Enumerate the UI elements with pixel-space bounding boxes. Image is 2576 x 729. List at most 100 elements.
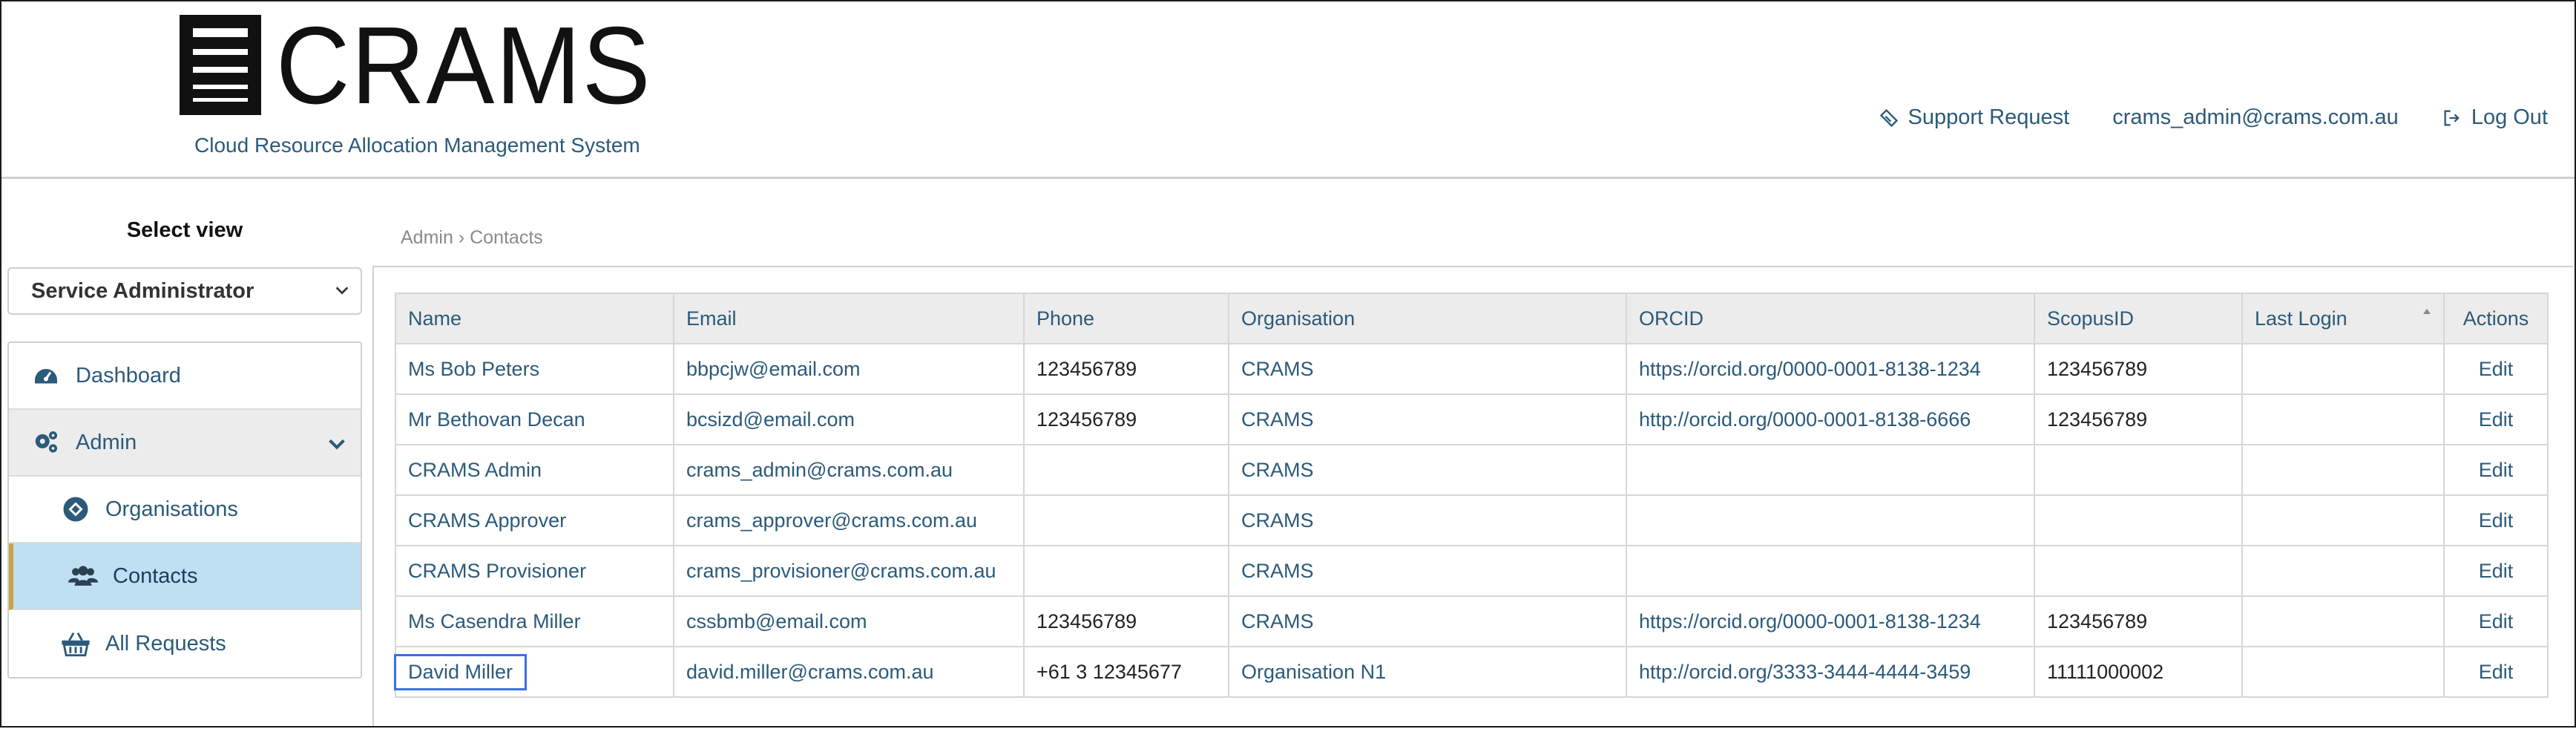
logout-label: Log Out <box>2471 105 2548 129</box>
cell-email[interactable]: david.miller@crams.com.au <box>673 646 1025 698</box>
select-view-title: Select view <box>126 218 243 242</box>
column-header-name[interactable]: Name <box>395 292 674 344</box>
column-header-orcid[interactable]: ORCID <box>1626 292 2035 344</box>
column-header-email[interactable]: Email <box>673 292 1025 344</box>
cell-organisation[interactable]: CRAMS <box>1228 444 1627 496</box>
breadcrumb-admin[interactable]: Admin <box>401 227 453 248</box>
edit-button[interactable]: Edit <box>2443 646 2549 698</box>
cell-name[interactable]: Ms Casendra Miller <box>395 595 674 647</box>
table-row[interactable]: David Miller david.miller@crams.com.au +61… <box>393 646 2549 698</box>
sidebar-item-label: Dashboard <box>76 363 181 388</box>
sort-ascending-icon <box>2423 309 2431 314</box>
cell-orcid[interactable]: http://orcid.org/3333-3444-4444-3459 <box>1626 646 2035 698</box>
cell-organisation[interactable]: Organisation N1 <box>1228 646 1627 698</box>
cell-last-login <box>2241 343 2445 395</box>
cell-orcid[interactable] <box>1626 494 2035 546</box>
sidebar-item-label: Organisations <box>105 497 238 521</box>
breadcrumb-separator: › <box>458 227 465 248</box>
sidebar-item-admin[interactable]: Admin <box>9 410 361 477</box>
header: CRAMS Cloud Resource Allocation Manageme… <box>1 1 2575 179</box>
cell-email[interactable]: bbpcjw@email.com <box>673 343 1025 395</box>
column-header-phone[interactable]: Phone <box>1023 292 1229 344</box>
cell-email[interactable]: bcsizd@email.com <box>673 393 1025 445</box>
cell-organisation[interactable]: CRAMS <box>1228 595 1627 647</box>
cell-phone: 123456789 <box>1023 393 1229 445</box>
table-row[interactable]: Ms Casendra Miller cssbmb@email.com 123456… <box>395 595 2549 647</box>
sign-out-icon <box>2444 110 2460 125</box>
column-header-last-login-label: Last Login <box>2255 307 2347 330</box>
cell-name[interactable]: Mr Bethovan Decan <box>395 393 674 445</box>
tagline: Cloud Resource Allocation Management Sys… <box>194 134 640 157</box>
column-header-organisation[interactable]: Organisation <box>1228 292 1627 344</box>
cell-name[interactable]: CRAMS Provisioner <box>395 545 674 597</box>
cell-name[interactable]: David Miller <box>393 646 674 698</box>
role-select-value: Service Administrator <box>31 278 254 303</box>
table-row[interactable]: Ms Bob Peters bbpcjw@email.com 123456789 CR… <box>395 343 2549 395</box>
basket-icon <box>61 629 91 658</box>
sidebar-item-label: All Requests <box>105 631 226 656</box>
cell-name[interactable]: Ms Bob Peters <box>395 343 674 395</box>
cell-last-login <box>2241 494 2445 546</box>
breadcrumb-current: Contacts <box>470 227 543 248</box>
cell-scopusid: 123456789 <box>2034 343 2243 395</box>
column-header-last-login[interactable]: Last Login <box>2241 292 2445 344</box>
breadcrumb: Admin › Contacts <box>401 227 543 249</box>
cell-name[interactable]: CRAMS Admin <box>395 444 674 496</box>
logout-link[interactable]: Log Out <box>2442 105 2548 130</box>
edit-button[interactable]: Edit <box>2443 393 2549 445</box>
cell-email[interactable]: cssbmb@email.com <box>673 595 1025 647</box>
cell-orcid[interactable]: https://orcid.org/0000-0001-8138-1234 <box>1626 343 2035 395</box>
edit-button[interactable]: Edit <box>2443 343 2549 395</box>
sidebar: Select view Service Administrator Dashbo… <box>7 180 362 726</box>
user-email-link[interactable]: crams_admin@crams.com.au <box>2112 105 2399 130</box>
cell-email[interactable]: crams_approver@crams.com.au <box>673 494 1025 546</box>
cell-organisation[interactable]: CRAMS <box>1228 545 1627 597</box>
cogs-icon <box>31 428 61 457</box>
contacts-table: Name Email Phone Organisation ORCID Scop… <box>393 292 2549 698</box>
cell-organisation[interactable]: CRAMS <box>1228 494 1627 546</box>
top-navigation: Support Request crams_admin@crams.com.au… <box>1879 105 2548 130</box>
user-email: crams_admin@crams.com.au <box>2112 105 2399 129</box>
edit-button[interactable]: Edit <box>2443 444 2549 496</box>
view-role-select[interactable]: Service Administrator <box>7 267 362 315</box>
brand-name: CRAMS <box>276 4 652 127</box>
cell-last-login <box>2241 444 2445 496</box>
edit-button[interactable]: Edit <box>2443 545 2549 597</box>
main-content: Admin › Contacts Name Email Phone Organi… <box>372 180 2573 726</box>
cell-scopusid: 123456789 <box>2034 595 2243 647</box>
support-request-label: Support Request <box>1908 105 2070 129</box>
sidebar-item-label: Contacts <box>113 563 198 588</box>
edit-button[interactable]: Edit <box>2443 494 2549 546</box>
cell-email[interactable]: crams_admin@crams.com.au <box>673 444 1025 496</box>
sidebar-item-organisations[interactable]: Organisations <box>9 477 361 543</box>
organisation-icon <box>61 494 91 524</box>
cell-scopusid: 11111000002 <box>2034 646 2243 698</box>
table-row[interactable]: CRAMS Admin crams_admin@crams.com.au CRAMS… <box>395 444 2549 496</box>
edit-button[interactable]: Edit <box>2443 595 2549 647</box>
sidebar-item-all-requests[interactable]: All Requests <box>9 610 361 677</box>
cell-email[interactable]: crams_provisioner@crams.com.au <box>673 545 1025 597</box>
table-row[interactable]: CRAMS Approver crams_approver@crams.com.a… <box>395 494 2549 546</box>
cell-scopusid: 123456789 <box>2034 393 2243 445</box>
sidebar-item-dashboard[interactable]: Dashboard <box>9 343 361 410</box>
chevron-down-icon <box>335 287 349 295</box>
cell-organisation[interactable]: CRAMS <box>1228 343 1627 395</box>
focused-name-link[interactable]: David Miller <box>393 653 528 690</box>
cell-organisation[interactable]: CRAMS <box>1228 393 1627 445</box>
sidebar-item-contacts[interactable]: Contacts <box>9 543 361 610</box>
sidebar-menu: Dashboard Admin Organisations Contacts A… <box>7 341 362 679</box>
support-request-link[interactable]: Support Request <box>1879 105 2070 130</box>
cell-orcid[interactable] <box>1626 444 2035 496</box>
table-row[interactable]: Mr Bethovan Decan bcsizd@email.com 1234567… <box>395 393 2549 445</box>
cell-orcid[interactable]: http://orcid.org/0000-0001-8138-6666 <box>1626 393 2035 445</box>
cell-name[interactable]: CRAMS Approver <box>395 494 674 546</box>
crams-logo[interactable]: CRAMS <box>180 10 651 122</box>
table-row[interactable]: CRAMS Provisioner crams_provisioner@crams… <box>395 545 2549 597</box>
column-header-scopusid[interactable]: ScopusID <box>2034 292 2243 344</box>
cell-orcid[interactable]: https://orcid.org/0000-0001-8138-1234 <box>1626 595 2035 647</box>
cell-phone <box>1023 545 1229 597</box>
cell-orcid[interactable] <box>1626 545 2035 597</box>
cell-phone: +61 3 12345677 <box>1023 646 1229 698</box>
cell-scopusid <box>2034 545 2243 597</box>
sidebar-item-label: Admin <box>76 430 137 454</box>
